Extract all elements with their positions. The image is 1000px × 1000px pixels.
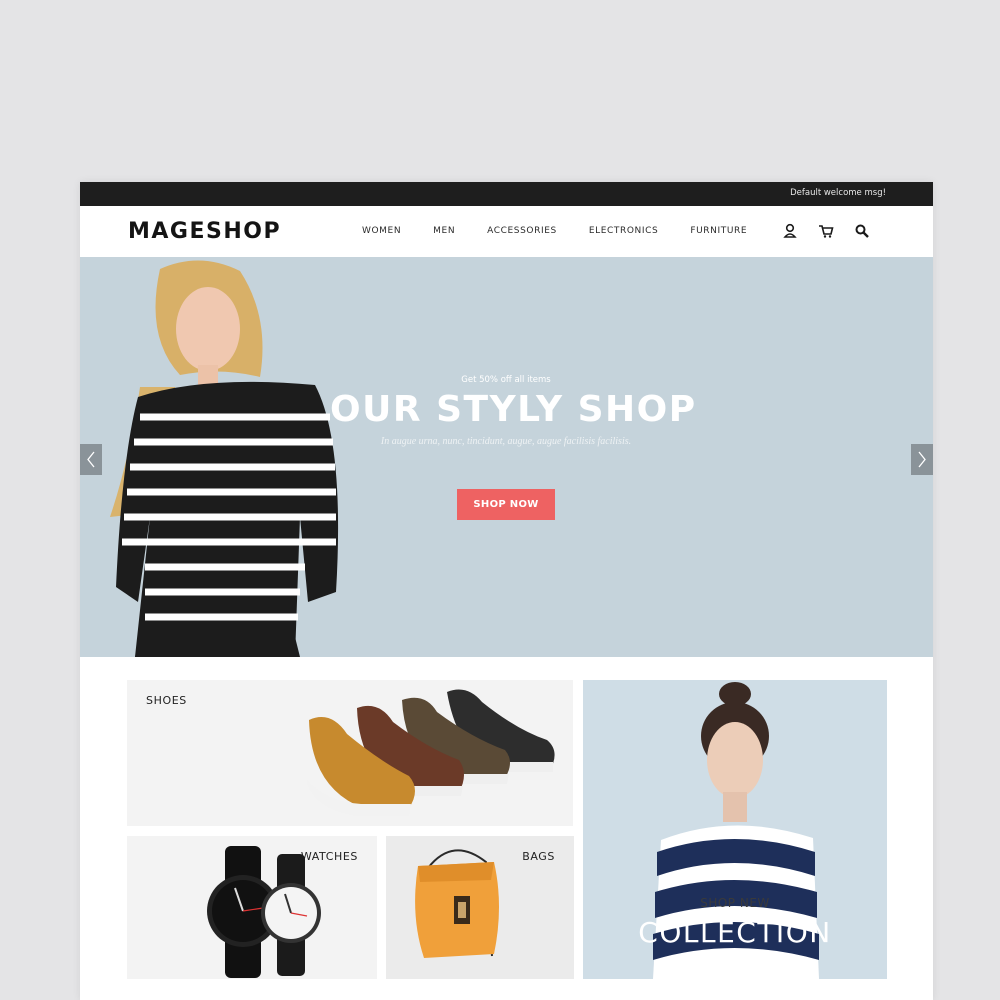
hero-banner: Get 50% off all items OUR STYLY SHOP In … (80, 257, 933, 657)
shop-new-collection-tile[interactable]: SHOP NEW COLLECTION (583, 680, 887, 979)
watches-image (207, 846, 321, 978)
cart-icon[interactable] (817, 222, 835, 240)
nav-women[interactable]: WOMEN (362, 226, 401, 236)
welcome-message: Default welcome msg! (790, 188, 886, 198)
header-icons (781, 222, 889, 240)
nav-accessories[interactable]: ACCESSORIES (487, 226, 557, 236)
chevron-right-icon (918, 451, 926, 468)
bag-image (415, 849, 499, 958)
category-shoes-label: SHOES (146, 694, 187, 707)
category-watches-tile[interactable]: WATCHES (127, 836, 377, 979)
category-shoes-tile[interactable]: SHOES (127, 680, 573, 826)
search-icon[interactable] (853, 222, 871, 240)
shoes-image (307, 689, 555, 816)
collection-title: COLLECTION (638, 916, 832, 949)
main-nav: WOMEN MEN ACCESSORIES ELECTRONICS FURNIT… (362, 226, 779, 236)
shop-now-button[interactable]: SHOP NOW (457, 489, 555, 520)
site-header: MAGESHOP WOMEN MEN ACCESSORIES ELECTRONI… (80, 206, 933, 257)
category-bags-tile[interactable]: BAGS (386, 836, 574, 979)
top-bar: Default welcome msg! (80, 182, 933, 206)
collection-subtitle: SHOP NEW (700, 896, 770, 910)
slider-next-button[interactable] (911, 444, 933, 475)
hero-title: OUR STYLY SHOP (330, 389, 697, 430)
browser-window: Default welcome msg! MAGESHOP WOMEN MEN … (80, 182, 933, 1000)
hero-promo: Get 50% off all items (461, 375, 551, 385)
hero-content: Get 50% off all items OUR STYLY SHOP In … (330, 375, 697, 520)
hero-subtitle: In augue urna, nunc, tincidunt, augue, a… (380, 436, 632, 447)
slider-prev-button[interactable] (80, 444, 102, 475)
hero-model-image (110, 260, 339, 657)
nav-furniture[interactable]: FURNITURE (690, 226, 747, 236)
chevron-left-icon (87, 451, 95, 468)
user-icon[interactable] (781, 222, 799, 240)
nav-electronics[interactable]: ELECTRONICS (589, 226, 659, 236)
site-logo[interactable]: MAGESHOP (128, 219, 281, 244)
category-bags-label: BAGS (522, 850, 555, 863)
nav-men[interactable]: MEN (433, 226, 455, 236)
